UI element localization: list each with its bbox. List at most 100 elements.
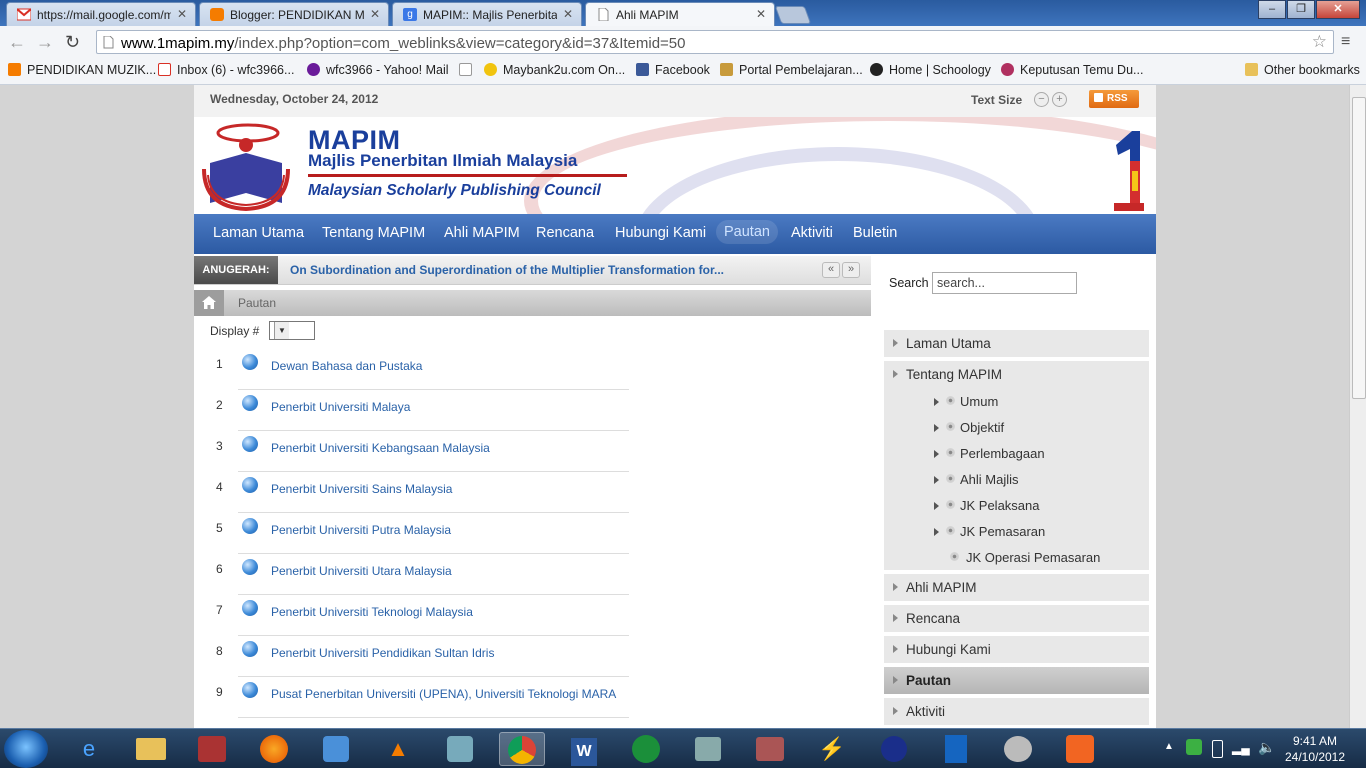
star-icon[interactable]: ☆ xyxy=(1312,32,1327,52)
sidebar-item-rencana[interactable]: Rencana xyxy=(884,605,1149,632)
sidebar-item-ahli-mapim[interactable]: Ahli MAPIM xyxy=(884,574,1149,601)
tab-label: MAPIM:: Majlis Penerbitan xyxy=(423,8,557,22)
ticker-next-button[interactable]: » xyxy=(842,262,860,278)
word-icon[interactable]: W xyxy=(561,732,607,766)
folder-icon[interactable] xyxy=(128,732,174,766)
internet-explorer-icon[interactable]: e xyxy=(66,732,112,766)
text-size-decrease-button[interactable]: − xyxy=(1034,92,1049,107)
schoology-icon xyxy=(870,63,883,76)
app-icon[interactable] xyxy=(1057,732,1103,766)
signal-icon[interactable]: ▂▄ xyxy=(1232,741,1250,755)
bookmark-item[interactable]: Keputusan Temu Du... xyxy=(1001,63,1143,77)
nav-pautan[interactable]: Pautan xyxy=(716,220,778,244)
weblink[interactable]: Dewan Bahasa dan Pustaka xyxy=(271,359,422,373)
winamp-icon[interactable]: ⚡ xyxy=(809,732,855,766)
bookmark-item[interactable]: Inbox (6) - wfc3966... xyxy=(158,63,294,77)
app-icon[interactable] xyxy=(685,732,731,766)
sidebar-item-laman-utama[interactable]: Laman Utama xyxy=(884,330,1149,357)
nav-buletin[interactable]: Buletin xyxy=(853,225,897,241)
app-icon[interactable] xyxy=(871,732,917,766)
tab-gmail[interactable]: https://mail.google.com/m ✕ xyxy=(6,2,196,26)
weblink[interactable]: Penerbit Universiti Pendidikan Sultan Id… xyxy=(271,646,494,660)
nav-laman-utama[interactable]: Laman Utama xyxy=(213,225,304,241)
media-player-icon[interactable] xyxy=(313,732,359,766)
search-input[interactable] xyxy=(932,272,1077,294)
nav-aktiviti[interactable]: Aktiviti xyxy=(791,225,833,241)
maximize-button[interactable]: ❐ xyxy=(1287,0,1315,19)
tab-mapim[interactable]: g MAPIM:: Majlis Penerbitan ✕ xyxy=(392,2,582,26)
globe-icon xyxy=(242,682,258,698)
nav-ahli-mapim[interactable]: Ahli MAPIM xyxy=(444,225,520,241)
new-tab-button[interactable] xyxy=(774,6,812,24)
bookmark-item[interactable]: Maybank2u.com On... xyxy=(484,63,625,77)
rss-label: RSS xyxy=(1107,93,1128,104)
close-window-button[interactable]: ✕ xyxy=(1316,0,1360,19)
forward-icon[interactable]: → xyxy=(36,33,54,51)
close-icon[interactable]: ✕ xyxy=(563,7,573,21)
volume-icon[interactable]: 🔈 xyxy=(1258,739,1275,756)
scrollbar-thumb[interactable] xyxy=(1352,97,1366,399)
tab-blogger[interactable]: Blogger: PENDIDIKAN MUZ ✕ xyxy=(199,2,389,26)
weblink[interactable]: Penerbit Universiti Malaya xyxy=(271,400,410,414)
globe-icon xyxy=(242,436,258,452)
menu-icon[interactable]: ≡ xyxy=(1341,33,1350,51)
text-size-increase-button[interactable]: + xyxy=(1052,92,1067,107)
other-bookmarks[interactable]: Other bookmarks xyxy=(1245,63,1360,77)
nav-hubungi-kami[interactable]: Hubungi Kami xyxy=(615,225,706,241)
close-icon[interactable]: ✕ xyxy=(756,7,766,21)
chrome-icon[interactable] xyxy=(499,732,545,766)
display-count-select[interactable]: 20 ▼ xyxy=(269,321,315,340)
close-icon[interactable]: ✕ xyxy=(370,7,380,21)
sidebar-item-pautan[interactable]: Pautan xyxy=(884,667,1149,694)
back-icon[interactable]: ← xyxy=(8,33,26,51)
list-item: 7 Penerbit Universiti Teknologi Malaysia xyxy=(210,595,629,636)
app-icon[interactable] xyxy=(623,732,669,766)
breadcrumb-home[interactable] xyxy=(194,290,224,316)
submenu-label: Ahli Majlis xyxy=(960,472,1019,487)
mapim-logo[interactable] xyxy=(200,123,292,211)
page-scrollbar[interactable] xyxy=(1349,85,1366,728)
system-clock[interactable]: 9:41 AM 24/10/2012 xyxy=(1280,733,1350,765)
weblink[interactable]: Penerbit Universiti Sains Malaysia xyxy=(271,482,452,496)
weblink[interactable]: Penerbit Universiti Teknologi Malaysia xyxy=(271,605,473,619)
tools-icon[interactable] xyxy=(189,732,235,766)
start-button[interactable] xyxy=(4,730,48,768)
minimize-button[interactable]: – xyxy=(1258,0,1286,19)
breadcrumb-current: Pautan xyxy=(238,296,277,310)
bookmark-item[interactable]: Portal Pembelajaran... xyxy=(720,63,863,77)
tab-label: https://mail.google.com/m xyxy=(37,8,171,22)
sidebar-item-tentang-mapim[interactable]: Tentang MAPIM xyxy=(884,361,1149,388)
sidebar-item-aktiviti[interactable]: Aktiviti xyxy=(884,698,1149,725)
vlc-icon[interactable]: ▲ xyxy=(375,732,421,766)
ticker-headline[interactable]: On Subordination and Superordination of … xyxy=(290,263,724,277)
bookmark-item[interactable]: Facebook xyxy=(636,63,710,77)
firefox-icon[interactable] xyxy=(251,732,297,766)
weblink[interactable]: Penerbit Universiti Kebangsaan Malaysia xyxy=(271,441,490,455)
reload-icon[interactable]: ↻ xyxy=(65,33,80,51)
app-icon[interactable] xyxy=(747,732,793,766)
app-icon[interactable] xyxy=(437,732,483,766)
bookmark-label: Portal Pembelajaran... xyxy=(739,63,863,77)
weblink[interactable]: Penerbit Universiti Putra Malaysia xyxy=(271,523,451,537)
sidebar-item-hubungi-kami[interactable]: Hubungi Kami xyxy=(884,636,1149,663)
ticker-prev-button[interactable]: « xyxy=(822,262,840,278)
bookmark-item[interactable]: PENDIDIKAN MUZIK... xyxy=(8,63,156,77)
bookmark-label: Home | Schoology xyxy=(889,63,991,77)
battery-icon[interactable] xyxy=(1212,740,1223,758)
bookmark-item[interactable]: Home | Schoology xyxy=(870,63,991,77)
arrow-right-icon xyxy=(934,502,939,510)
weblink[interactable]: Penerbit Universiti Utara Malaysia xyxy=(271,564,452,578)
bookmark-item[interactable] xyxy=(459,63,478,77)
app-icon[interactable] xyxy=(995,732,1041,766)
show-hidden-icons-icon[interactable]: ▲ xyxy=(1164,741,1174,752)
tab-ahli-mapim[interactable]: Ahli MAPIM ✕ xyxy=(585,2,775,26)
weblink[interactable]: Pusat Penerbitan Universiti (UPENA), Uni… xyxy=(271,687,616,701)
nav-rencana[interactable]: Rencana xyxy=(536,225,594,241)
nav-tentang-mapim[interactable]: Tentang MAPIM xyxy=(322,225,425,241)
bookmark-item[interactable]: wfc3966 - Yahoo! Mail xyxy=(307,63,449,77)
close-icon[interactable]: ✕ xyxy=(177,7,187,21)
network-icon[interactable] xyxy=(1186,739,1202,755)
address-bar[interactable]: www.1mapim.my/index.php?option=com_webli… xyxy=(96,30,1334,54)
app-icon[interactable] xyxy=(933,732,979,766)
rss-button[interactable]: RSS xyxy=(1089,90,1139,108)
